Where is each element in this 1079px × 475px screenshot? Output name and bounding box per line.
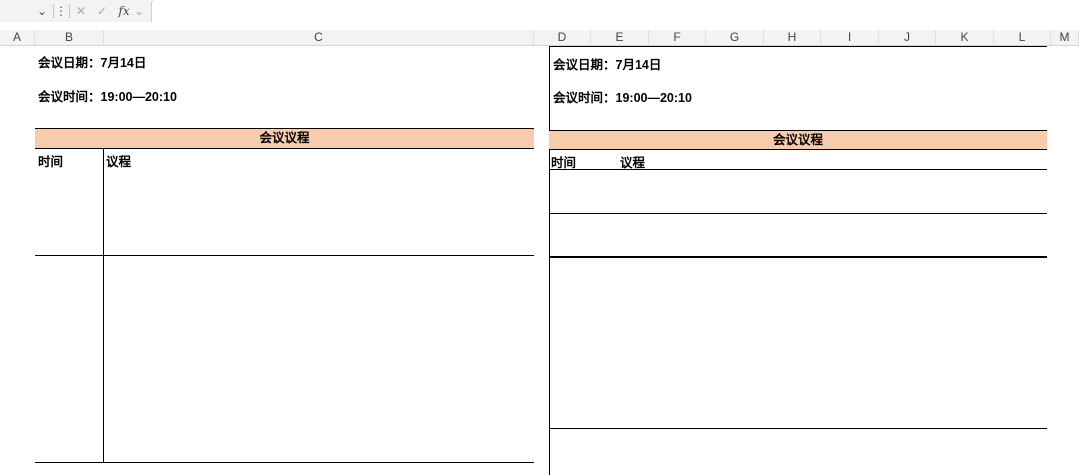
right-row-border xyxy=(549,213,1047,214)
column-e-header[interactable]: E xyxy=(591,30,649,45)
formula-divider xyxy=(53,4,54,18)
column-header: A B C D E F G H I J K L M xyxy=(0,30,1079,46)
left-col-agenda-header: 议程 xyxy=(106,155,132,169)
confirm-icon[interactable]: ✓ xyxy=(94,2,110,20)
right-meeting-date: 会议日期：7月14日 xyxy=(553,58,662,72)
spreadsheet-app: ⌄ ⋮ ✕ ✓ fx ⌄ A B C D E F G H I J K L M 会… xyxy=(0,0,1079,475)
column-k-header[interactable]: K xyxy=(936,30,994,45)
right-meeting-time: 会议时间：19:00—20:10 xyxy=(553,91,692,105)
left-row-border xyxy=(35,255,534,256)
right-block-top-border xyxy=(549,46,1047,47)
name-box-dropdown-icon[interactable]: ⌄ xyxy=(34,2,50,20)
right-agenda-header: 会议议程 xyxy=(549,130,1047,150)
left-meeting-date: 会议日期：7月14日 xyxy=(38,56,147,70)
left-time-divider xyxy=(103,149,104,462)
formula-input[interactable] xyxy=(151,0,1079,22)
right-block-left-border xyxy=(549,46,550,475)
cancel-icon[interactable]: ✕ xyxy=(73,2,89,20)
column-f-header[interactable]: F xyxy=(649,30,706,45)
fx-icon[interactable]: fx xyxy=(115,2,133,20)
fx-dropdown-icon[interactable]: ⌄ xyxy=(133,2,145,20)
column-b-header[interactable]: B xyxy=(35,30,104,45)
column-d-header[interactable]: D xyxy=(534,30,591,45)
left-row-border xyxy=(35,462,534,463)
formula-divider xyxy=(69,4,70,18)
left-agenda-header: 会议议程 xyxy=(35,128,534,149)
column-j-header[interactable]: J xyxy=(879,30,936,45)
more-options-icon[interactable]: ⋮ xyxy=(55,2,67,20)
right-row-border xyxy=(549,169,1047,170)
formula-bar: ⌄ ⋮ ✕ ✓ fx ⌄ xyxy=(0,0,1079,22)
column-a-header[interactable]: A xyxy=(0,30,35,45)
column-l-header[interactable]: L xyxy=(994,30,1051,45)
right-row-border xyxy=(549,256,1047,258)
left-meeting-time: 会议时间：19:00—20:10 xyxy=(38,90,177,104)
column-h-header[interactable]: H xyxy=(764,30,821,45)
sheet-grid[interactable]: 会议日期：7月14日 会议时间：19:00—20:10 会议议程 时间 议程 会… xyxy=(0,46,1079,475)
left-col-time-header: 时间 xyxy=(38,155,64,169)
column-g-header[interactable]: G xyxy=(706,30,764,45)
column-c-header[interactable]: C xyxy=(104,30,534,45)
right-row-border xyxy=(549,428,1047,429)
column-m-header[interactable]: M xyxy=(1051,30,1079,45)
column-i-header[interactable]: I xyxy=(821,30,879,45)
